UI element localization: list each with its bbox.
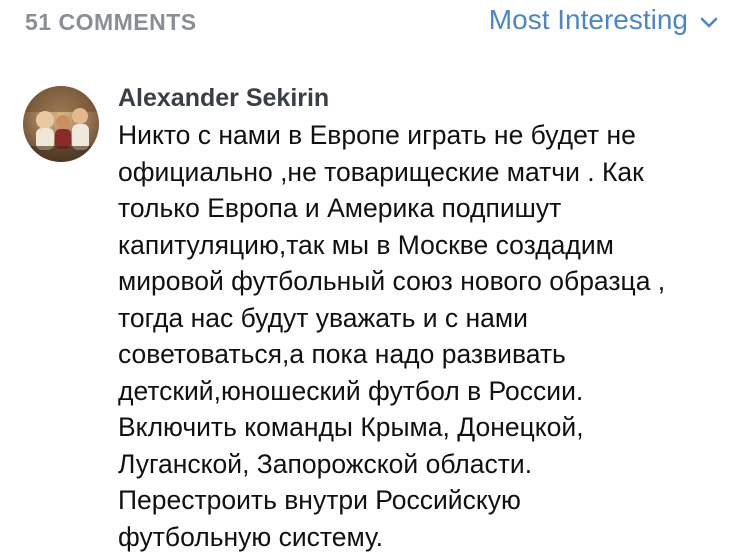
comment-text-line: футбольную систему. <box>118 519 726 555</box>
chevron-down-icon[interactable] <box>698 11 720 33</box>
comment-text-line: Никто с нами в Европе играть не будет не <box>118 117 726 154</box>
comment-text-line: тогда нас будут уважать и с нами <box>118 300 726 337</box>
avatar[interactable] <box>23 86 99 162</box>
comment-text-line: только Европа и Америка подпишут <box>118 190 726 227</box>
comment-text: Никто с нами в Европе играть не будет не… <box>118 117 726 555</box>
sort-label[interactable]: Most Interesting <box>489 4 688 36</box>
comment-text-line: советоваться,а пока надо развивать <box>118 336 726 373</box>
comment-text-line: детский,юношеский футбол в России. <box>118 373 726 410</box>
comment-text-line: Включить команды Крыма, Донецкой, <box>118 409 726 446</box>
comment-text-line: официально ,не товарищеские матчи . Как <box>118 154 726 191</box>
comments-header: 51 COMMENTS Most Interesting <box>0 0 730 60</box>
comment-text-line: капитуляцию,так мы в Москве создадим <box>118 227 726 264</box>
comment-text-line: мировой футбольный союз нового образца , <box>118 263 726 300</box>
comments-count: 51 COMMENTS <box>25 9 197 36</box>
user-avatar-photo <box>23 86 99 162</box>
comment-text-line: Луганской, Запорожской области. <box>118 446 726 483</box>
comment-author[interactable]: Alexander Sekirin <box>118 84 329 113</box>
sort-dropdown[interactable]: Most Interesting <box>489 4 720 36</box>
comment-text-line: Перестроить внутри Российскую <box>118 482 726 519</box>
